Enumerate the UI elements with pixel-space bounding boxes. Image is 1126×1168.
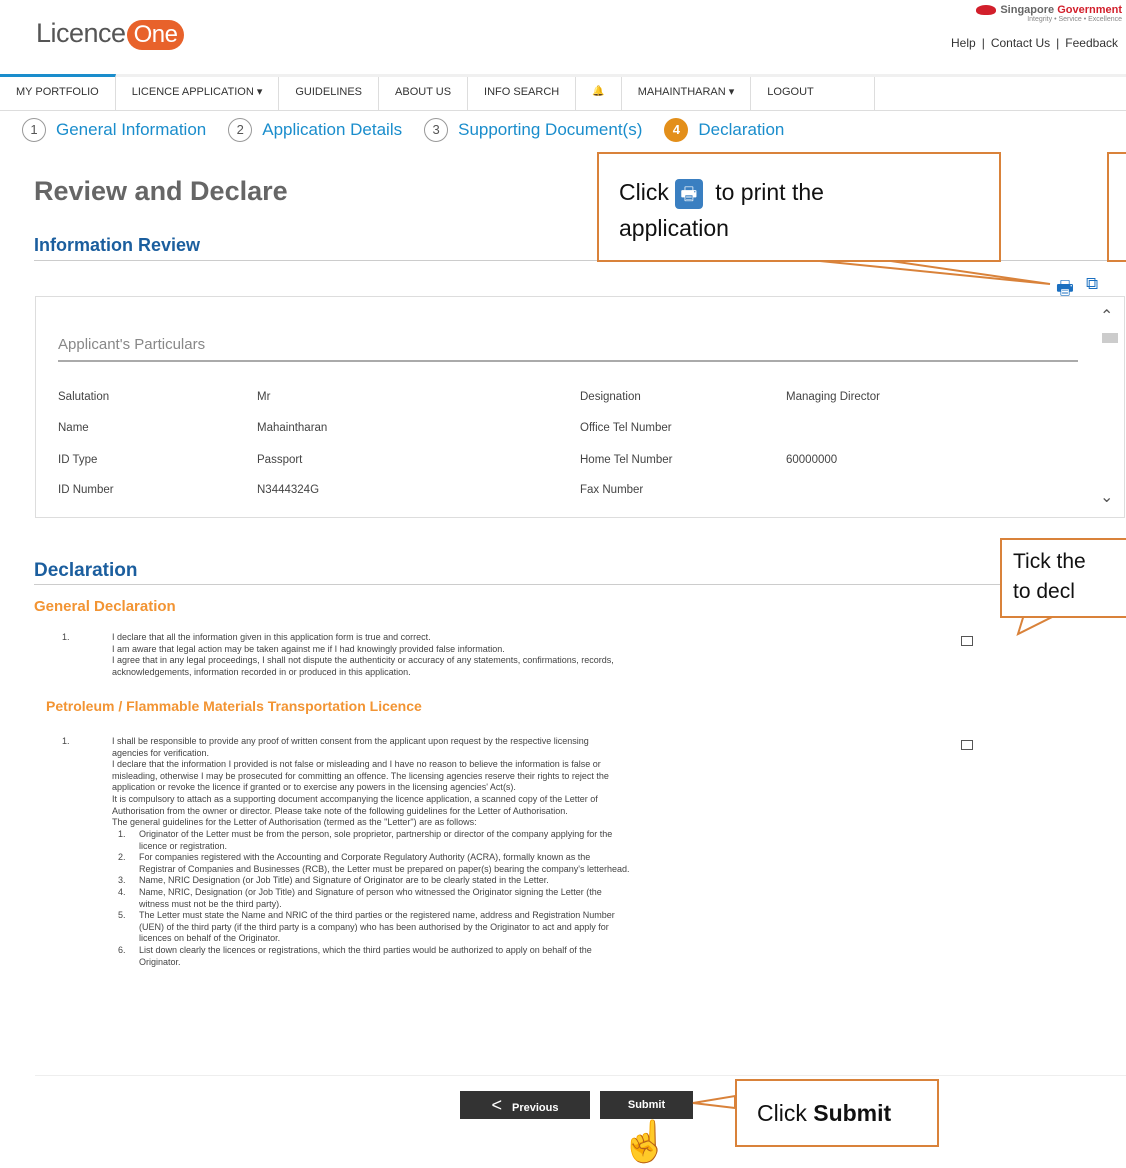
field-value-name: Mahaintharan — [257, 422, 328, 434]
licenceone-logo[interactable]: Licence One — [36, 18, 185, 50]
field-label-salutation: Salutation — [58, 391, 110, 403]
nav-notification-bell-icon[interactable]: 🔔 — [576, 77, 622, 110]
submit-button[interactable]: Submit — [600, 1091, 693, 1119]
text-line: I shall be responsible to provide any pr… — [112, 736, 589, 746]
nav-about-us[interactable]: ABOUT US — [379, 77, 469, 110]
text-line: It is compulsory to attach as a supporti… — [112, 793, 598, 804]
field-value-id-type: Passport — [257, 454, 303, 466]
declaration-heading: Declaration — [34, 560, 138, 581]
hand-cursor-icon: ☝ — [620, 1120, 670, 1164]
text-line: acknowledgements, information recorded i… — [112, 666, 411, 677]
list-item: 1. Originator of the Letter must be from … — [118, 829, 613, 851]
information-review-heading: Information Review — [34, 235, 201, 255]
right-callout — [1107, 152, 1126, 262]
field-value-id-number: N3444324G — [257, 484, 320, 496]
step-general-information[interactable]: 1 General Information — [22, 118, 206, 142]
nav-user-menu[interactable]: MAHAINTHARAN ▾ — [622, 77, 752, 110]
printer-icon: 🖶 — [674, 178, 703, 209]
field-label-designation: Designation — [580, 391, 641, 403]
divider — [34, 584, 1126, 585]
general-declaration-text: I declare that all the information given… — [112, 632, 892, 678]
field-value-home-tel: 60000000 — [786, 454, 838, 466]
gov-title-2: Government — [1057, 4, 1122, 16]
text-line: application or revoke the licence if gra… — [112, 782, 516, 793]
field-label-home-tel: Home Tel Number — [580, 454, 673, 466]
nav-my-portfolio[interactable]: MY PORTFOLIO — [0, 74, 116, 110]
page-title: Review and Declare — [34, 176, 288, 206]
chevron-left-icon: < — [491, 1095, 503, 1115]
feedback-link[interactable]: Feedback — [1065, 36, 1118, 50]
text-line: agencies for verification. — [112, 747, 210, 758]
list-item: 5. The Letter must state the Name and NRI… — [118, 910, 615, 944]
step-supporting-documents[interactable]: 3 Supporting Document(s) — [424, 118, 642, 142]
divider — [58, 360, 1078, 362]
field-value-designation: Managing Director — [786, 391, 880, 403]
list-item: 2. For companies registered with the Acco… — [118, 852, 630, 874]
petro-declaration-text: I shall be responsible to provide any pr… — [112, 736, 892, 829]
petro-declaration-checkbox[interactable] — [961, 740, 973, 750]
help-link[interactable]: Help — [951, 36, 976, 50]
text-line: I agree that in any legal proceedings, I… — [112, 655, 614, 666]
divider — [35, 1075, 1126, 1076]
text-line: I declare that all the information given… — [112, 632, 431, 642]
submit-callout: Click Submit — [735, 1079, 939, 1147]
previous-button[interactable]: < Previous — [460, 1091, 590, 1119]
step-declaration[interactable]: 4 Declaration — [664, 118, 784, 142]
petro-declaration-number: 1. — [62, 736, 70, 746]
lion-head-icon — [976, 5, 997, 16]
singapore-government-logo: Singapore Government Integrity • Service… — [912, 4, 1122, 23]
general-declaration-checkbox[interactable] — [961, 636, 973, 646]
list-item: 3. Name, NRIC Designation (or Job Title) … — [118, 875, 549, 886]
general-declaration-heading: General Declaration — [34, 598, 176, 615]
step-application-details[interactable]: 2 Application Details — [228, 118, 402, 142]
field-label-id-number: ID Number — [58, 484, 114, 496]
tick-callout: Tick the to decl — [1000, 538, 1126, 618]
petroleum-licence-heading: Petroleum / Flammable Materials Transpor… — [46, 698, 422, 714]
field-label-office-tel: Office Tel Number — [580, 422, 672, 434]
main-nav: MY PORTFOLIO LICENCE APPLICATION ▾ GUIDE… — [0, 74, 1126, 111]
list-item: 6. List down clearly the licences or regi… — [118, 944, 592, 967]
field-label-fax: Fax Number — [580, 484, 644, 496]
field-value-salutation: Mr — [257, 391, 271, 403]
nav-info-search[interactable]: INFO SEARCH — [468, 77, 577, 110]
progress-steps: 1 General Information 2 Application Detail… — [22, 118, 806, 142]
logo-badge: One — [126, 20, 185, 50]
scroll-up-icon[interactable]: ⌃ — [1100, 306, 1113, 326]
scroll-down-icon[interactable]: ⌄ — [1100, 487, 1113, 507]
list-item: 4. Name, NRIC, Designation (or Job Title)… — [118, 886, 602, 909]
scrollbar-thumb[interactable] — [1102, 333, 1118, 343]
guidelines-list: 1. Originator of the Letter must be from … — [118, 829, 898, 968]
gov-title-1: Singapore — [1000, 4, 1055, 16]
text-line: misleading, otherwise I may be prosecute… — [112, 770, 609, 781]
applicant-particulars-heading: Applicant's Particulars — [58, 336, 206, 353]
text-line: Authorisation from the owner or director… — [112, 805, 568, 816]
nav-licence-application[interactable]: LICENCE APPLICATION ▾ — [116, 77, 280, 110]
nav-logout[interactable]: LOGOUT — [751, 77, 875, 110]
field-label-id-type: ID Type — [58, 454, 98, 466]
general-declaration-number: 1. — [62, 632, 70, 642]
submit-callout-tail — [692, 1094, 736, 1110]
text-line: The general guidelines for the Letter of… — [112, 817, 477, 828]
field-label-name: Name — [58, 422, 89, 434]
text-line: I am aware that legal action may be take… — [112, 643, 505, 654]
text-line: I declare that the information I provide… — [112, 759, 601, 770]
popout-window-icon[interactable]: ⧉ — [1086, 274, 1098, 294]
utility-links: Help | Contact Us | Feedback — [951, 36, 1118, 50]
contact-us-link[interactable]: Contact Us — [991, 36, 1050, 50]
print-callout: Click 🖶 to print the application — [597, 152, 1001, 262]
nav-guidelines[interactable]: GUIDELINES — [279, 77, 380, 110]
gov-tagline: Integrity • Service • Excellence — [1027, 16, 1122, 23]
logo-text: Licence — [36, 18, 126, 48]
